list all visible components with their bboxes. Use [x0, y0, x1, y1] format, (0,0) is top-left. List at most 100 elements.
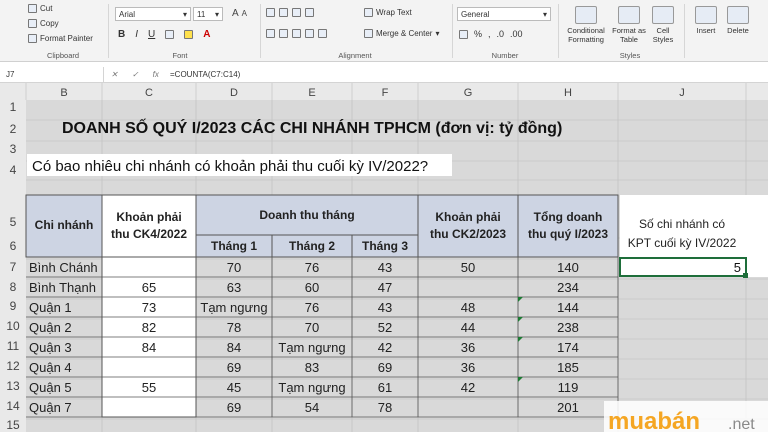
cell-month3[interactable]: 69	[378, 360, 392, 375]
column-header[interactable]: G	[464, 87, 473, 99]
fill-handle[interactable]	[743, 273, 748, 278]
cell-branch[interactable]: Bình Chánh	[29, 260, 98, 275]
cell-month3[interactable]: 42	[378, 340, 392, 355]
delete-cells-button[interactable]: Delete	[722, 6, 754, 35]
align-left-icon[interactable]	[266, 29, 275, 38]
currency-icon[interactable]	[459, 29, 468, 39]
align-right-icon[interactable]	[292, 29, 301, 38]
row-header[interactable]: 12	[6, 359, 20, 373]
cell-month2[interactable]: Tạm ngưng	[278, 380, 345, 395]
enter-icon[interactable]: ✓	[132, 70, 139, 79]
cell-total[interactable]: 185	[557, 360, 579, 375]
cell-month2[interactable]: 83	[305, 360, 319, 375]
cell-month2[interactable]: 76	[305, 260, 319, 275]
cell-receivable-q2[interactable]: 42	[461, 380, 475, 395]
cell-receivable-q2[interactable]: 36	[461, 360, 475, 375]
column-header[interactable]: H	[564, 87, 572, 99]
cell-branch[interactable]: Quận 2	[29, 320, 72, 335]
selected-cell-j7[interactable]	[619, 257, 747, 277]
sheet-title[interactable]: DOANH SỐ QUÝ I/2023 CÁC CHI NHÁNH TPHCM …	[62, 117, 562, 137]
row-header[interactable]: 15	[6, 418, 20, 432]
row-header[interactable]: 6	[10, 239, 17, 253]
cell-total[interactable]: 201	[557, 400, 579, 415]
cell-month2[interactable]: 70	[305, 320, 319, 335]
bold-button[interactable]: B	[118, 29, 125, 40]
cell-branch[interactable]: Quận 5	[29, 380, 72, 395]
cell-month2[interactable]: 54	[305, 400, 319, 415]
cell-branch[interactable]: Quận 7	[29, 400, 72, 415]
cell-branch[interactable]: Quận 4	[29, 360, 72, 375]
cell-total[interactable]: 174	[557, 340, 579, 355]
cell-receivable-q2[interactable]: 36	[461, 340, 475, 355]
function-icon[interactable]: fx	[153, 70, 159, 79]
cell-month3[interactable]: 43	[378, 300, 392, 315]
cell-total[interactable]: 140	[557, 260, 579, 275]
cell-month3[interactable]: 61	[378, 380, 392, 395]
format-as-table-button[interactable]: Format as Table	[611, 6, 647, 44]
increase-decimal-icon[interactable]: .0	[497, 29, 505, 39]
cell-month3[interactable]: 43	[378, 260, 392, 275]
cell-total[interactable]: 234	[557, 280, 579, 295]
italic-button[interactable]: I	[135, 29, 138, 40]
grow-font-button[interactable]: A	[232, 8, 239, 19]
format-painter-button[interactable]: Format Painter	[28, 34, 93, 43]
shrink-font-button[interactable]: A	[242, 9, 247, 18]
decrease-decimal-icon[interactable]: .00	[510, 29, 523, 39]
font-color-icon[interactable]: A	[203, 29, 210, 40]
row-header[interactable]: 3	[10, 142, 17, 156]
wrap-text-button[interactable]: Wrap Text	[364, 8, 412, 17]
column-header[interactable]: F	[382, 87, 389, 99]
cell-branch[interactable]: Quận 1	[29, 300, 72, 315]
cell-month3[interactable]: 52	[378, 320, 392, 335]
cell-month1[interactable]: 69	[227, 360, 241, 375]
font-size-select[interactable]: 11 ▾	[193, 7, 223, 21]
decrease-indent-icon[interactable]	[305, 29, 314, 38]
underline-button[interactable]: U	[148, 29, 155, 40]
cell-receivable-q4[interactable]: 65	[142, 280, 156, 295]
row-header[interactable]: 13	[6, 379, 20, 393]
cell-styles-button[interactable]: Cell Styles	[648, 6, 678, 44]
cell-branch[interactable]: Quận 3	[29, 340, 72, 355]
cell-month1[interactable]: Tạm ngưng	[200, 300, 267, 315]
cell-receivable-q2[interactable]: 50	[461, 260, 475, 275]
cut-button[interactable]: Cut	[28, 4, 52, 13]
cell-receivable-q2[interactable]: 48	[461, 300, 475, 315]
row-header[interactable]: 10	[6, 319, 20, 333]
cell-month1[interactable]: 78	[227, 320, 241, 335]
borders-icon[interactable]	[165, 30, 175, 39]
row-header[interactable]: 9	[10, 299, 17, 313]
cell-total[interactable]: 144	[557, 300, 579, 315]
align-top-icon[interactable]	[266, 8, 275, 17]
insert-cells-button[interactable]: Insert	[690, 6, 722, 35]
column-header[interactable]: J	[679, 87, 685, 99]
cell-receivable-q4[interactable]: 82	[142, 320, 156, 335]
column-header[interactable]: C	[145, 87, 153, 99]
orientation-icon[interactable]	[305, 8, 314, 17]
merge-center-button[interactable]: Merge & Center ▾	[364, 29, 439, 38]
cell-receivable-q4[interactable]: 55	[142, 380, 156, 395]
row-header[interactable]: 2	[10, 122, 17, 136]
cell-month2[interactable]: 76	[305, 300, 319, 315]
cell-month1[interactable]: 70	[227, 260, 241, 275]
cell-month1[interactable]: 69	[227, 400, 241, 415]
cell-month1[interactable]: 84	[227, 340, 241, 355]
align-middle-icon[interactable]	[279, 8, 288, 17]
cell-month3[interactable]: 78	[378, 400, 392, 415]
align-bottom-icon[interactable]	[292, 8, 301, 17]
cancel-icon[interactable]: ✕	[111, 70, 118, 79]
copy-button[interactable]: Copy	[28, 19, 59, 28]
column-header[interactable]: B	[60, 87, 67, 99]
name-box[interactable]: J7	[0, 66, 104, 82]
conditional-formatting-button[interactable]: Conditional Formatting	[562, 6, 610, 44]
increase-indent-icon[interactable]	[318, 29, 327, 38]
number-format-select[interactable]: General ▾	[457, 7, 551, 21]
row-header[interactable]: 14	[6, 399, 20, 413]
cell-month2[interactable]: 60	[305, 280, 319, 295]
cell-branch[interactable]: Bình Thạnh	[29, 280, 96, 295]
font-name-select[interactable]: Arial ▾	[115, 7, 191, 21]
row-header[interactable]: 5	[10, 215, 17, 229]
align-center-icon[interactable]	[279, 29, 288, 38]
comma-icon[interactable]: ,	[488, 29, 491, 39]
formula-input[interactable]: =COUNTA(C7:C14)	[166, 70, 240, 79]
cell-receivable-q2[interactable]: 44	[461, 320, 475, 335]
